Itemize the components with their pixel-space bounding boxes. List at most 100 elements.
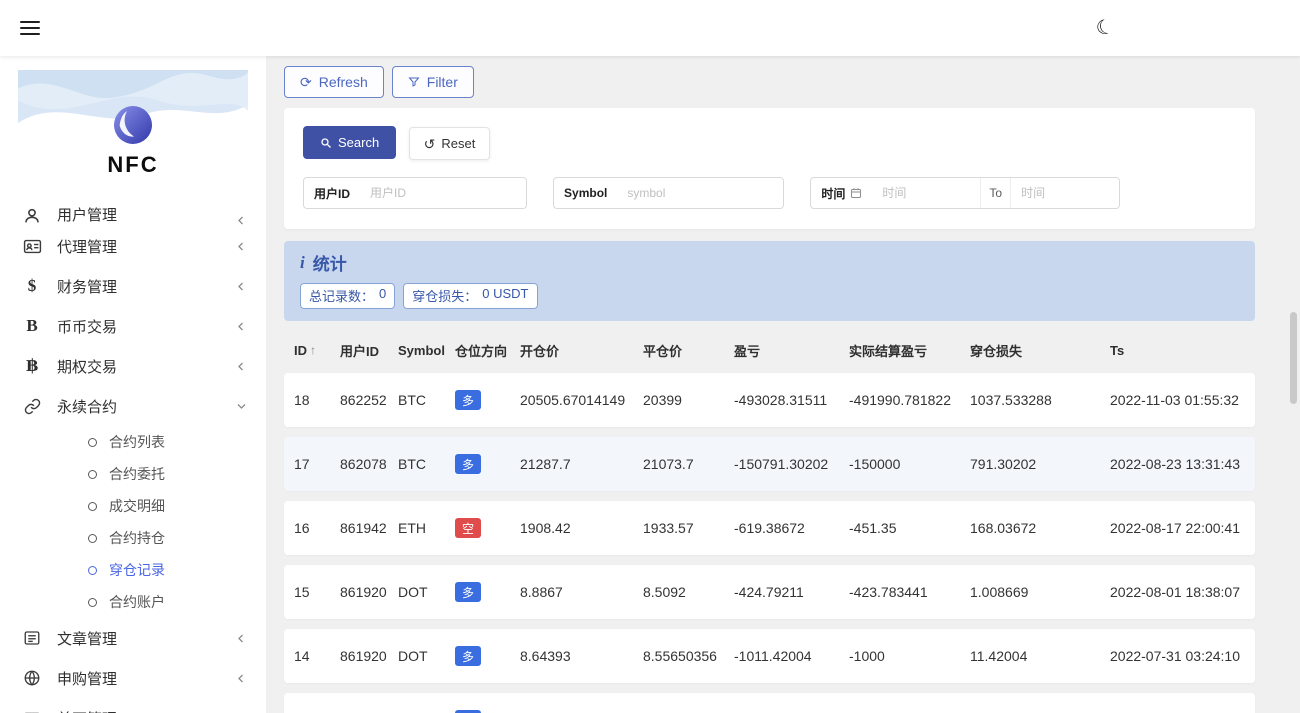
col-id[interactable]: ID ↑ [294, 343, 340, 358]
sidebar-brand: NFC [0, 56, 266, 192]
filter-button[interactable]: Filter [391, 66, 474, 98]
cell-ts: 2022-08-23 13:31:43 [1110, 456, 1240, 472]
cell-settled-pnl: -1000 [849, 648, 885, 664]
dark-mode-toggle-icon[interactable]: ☾ [1094, 15, 1117, 41]
sidebar-item-users[interactable]: 用户管理 [0, 206, 266, 226]
cell-user-id: 862252 [340, 392, 387, 408]
chevron-left-icon [236, 282, 246, 291]
time-end-input[interactable] [1011, 178, 1120, 208]
cell-user-id: 861942 [340, 520, 387, 536]
sidebar-item-options-trading[interactable]: ฿ 期权交易 [0, 346, 266, 386]
cell-close-price: 8.55650356 [643, 648, 717, 664]
table-row[interactable]: 18 862252 BTC 多 20505.67014149 20399 -49… [284, 373, 1255, 427]
statistics-title: i 统计 [300, 252, 347, 275]
article-icon [20, 629, 44, 647]
refresh-button[interactable]: ⟳ Refresh [284, 66, 384, 98]
table-row[interactable]: 14 861920 DOT 多 8.64393 8.55650356 -1011… [284, 629, 1255, 683]
cell-open-price: 8.8867 [520, 584, 563, 600]
sidebar-subitem-contract-positions[interactable]: 合约持仓 [0, 522, 266, 554]
subitem-label: 成交明细 [109, 498, 165, 514]
user-id-label: 用户ID [314, 186, 351, 201]
sidebar-subitem-liquidation-records[interactable]: 穿仓记录 [0, 554, 266, 586]
cell-ts: 2022-08-01 18:38:07 [1110, 584, 1240, 600]
cell-loss: 1037.533288 [970, 392, 1052, 408]
cell-ts: 2022-11-03 01:55:32 [1110, 392, 1239, 408]
liquidation-loss-badge: 穿仓损失： 0 USDT [403, 283, 538, 309]
sidebar: NFC 用户管理 代理管理 $ 财务管理 B 币币交易 ฿ 期权交易 永续合约 … [0, 56, 266, 713]
cell-loss: 791.30202 [970, 456, 1037, 472]
brand-name: NFC [107, 152, 159, 177]
filter-funnel-icon [408, 76, 420, 88]
direction-badge: 空 [455, 518, 481, 538]
bitcoin-icon: ฿ [26, 356, 38, 375]
circle-icon [88, 437, 97, 447]
cell-close-price: 1933.57 [643, 520, 694, 536]
sidebar-subitem-trade-details[interactable]: 成交明细 [0, 490, 266, 522]
sidebar-subitem-contract-orders[interactable]: 合约委托 [0, 458, 266, 490]
cell-pnl: -619.38672 [734, 520, 805, 536]
menu-toggle-icon[interactable] [20, 21, 40, 35]
chevron-down-icon [236, 402, 246, 410]
statistics-panel: i 统计 总记录数： 0 穿仓损失： 0 USDT [284, 241, 1255, 321]
sidebar-item-label: 代理管理 [57, 238, 118, 256]
link-icon [20, 398, 44, 415]
circle-icon [88, 597, 97, 607]
table-row[interactable]: 17 862078 BTC 多 21287.7 21073.7 -150791.… [284, 437, 1255, 491]
search-label: Search [338, 135, 380, 150]
user-icon [20, 207, 44, 225]
symbol-filter: Symbol [553, 177, 785, 209]
cell-close-price: 20399 [643, 392, 682, 408]
cell-settled-pnl: -451.35 [849, 520, 897, 536]
cell-pnl: -1011.42004 [734, 648, 812, 664]
cell-id: 15 [294, 584, 310, 600]
sidebar-item-label: 用户管理 [57, 207, 118, 224]
cell-symbol: DOT [398, 648, 428, 664]
cell-close-price: 21073.7 [643, 456, 694, 472]
chevron-left-icon [236, 322, 246, 331]
main-content: ⟳ Refresh Filter Search ↺ Reset 用户ID 用户I… [266, 56, 1300, 713]
circle-icon [88, 533, 97, 543]
subitem-label: 穿仓记录 [109, 562, 165, 578]
sidebar-item-subscriptions[interactable]: 申购管理 [0, 658, 266, 698]
user-id-input[interactable] [360, 178, 527, 208]
cell-ts: 2022-07-31 03:24:10 [1110, 648, 1240, 664]
calendar-icon [851, 188, 862, 198]
search-button[interactable]: Search [303, 126, 397, 159]
filter-panel: Search ↺ Reset 用户ID Symbol 时间 [284, 108, 1255, 229]
subitem-label: 合约持仓 [109, 530, 165, 546]
total-records-badge: 总记录数： 0 [300, 283, 396, 309]
time-start-input[interactable] [872, 178, 981, 208]
sidebar-item-finance[interactable]: $ 财务管理 [0, 266, 266, 306]
symbol-input[interactable] [617, 178, 784, 208]
sidebar-subitem-contract-accounts[interactable]: 合约账户 [0, 586, 266, 618]
cell-open-price: 21287.7 [520, 456, 571, 472]
filter-actions: Search ↺ Reset [303, 126, 1236, 160]
direction-badge: 多 [455, 390, 481, 410]
table-row[interactable]: 16 861942 ETH 空 1908.42 1933.57 -619.386… [284, 501, 1255, 555]
sidebar-item-spot-trading[interactable]: B 币币交易 [0, 306, 266, 346]
cell-close-price: 8.5092 [643, 584, 686, 600]
sidebar-item-label: 财务管理 [57, 278, 118, 296]
col-loss: 穿仓损失 [970, 343, 1023, 359]
cell-symbol: ETH [398, 520, 426, 536]
filter-fields: 用户ID Symbol 时间 To [303, 177, 1236, 209]
cell-loss: 168.03672 [970, 520, 1037, 536]
direction-badge: 多 [455, 646, 481, 666]
col-user-id: 用户ID [340, 343, 380, 359]
direction-badge: 多 [455, 582, 481, 602]
cell-id: 18 [294, 392, 310, 408]
sidebar-item-perpetual-contracts[interactable]: 永续合约 [0, 386, 266, 426]
table-row[interactable]: 15 861920 DOT 多 8.8867 8.5092 -424.79211… [284, 565, 1255, 619]
circle-icon [88, 565, 97, 575]
sidebar-item-homepage[interactable]: 首页管理 [0, 698, 266, 713]
table-row[interactable]: 13 861920 DOT 多 8.579 8.2021 -439.32859 … [284, 693, 1255, 713]
sidebar-subitem-contract-list[interactable]: 合约列表 [0, 426, 266, 458]
cell-id: 17 [294, 456, 310, 472]
time-label: 时间 [811, 178, 872, 208]
vertical-scrollbar[interactable] [1290, 312, 1297, 404]
nfc-logo [114, 106, 152, 144]
sidebar-item-agents[interactable]: 代理管理 [0, 226, 266, 266]
sidebar-item-articles[interactable]: 文章管理 [0, 618, 266, 658]
reset-button[interactable]: ↺ Reset [408, 127, 491, 160]
chevron-left-icon [236, 362, 246, 371]
